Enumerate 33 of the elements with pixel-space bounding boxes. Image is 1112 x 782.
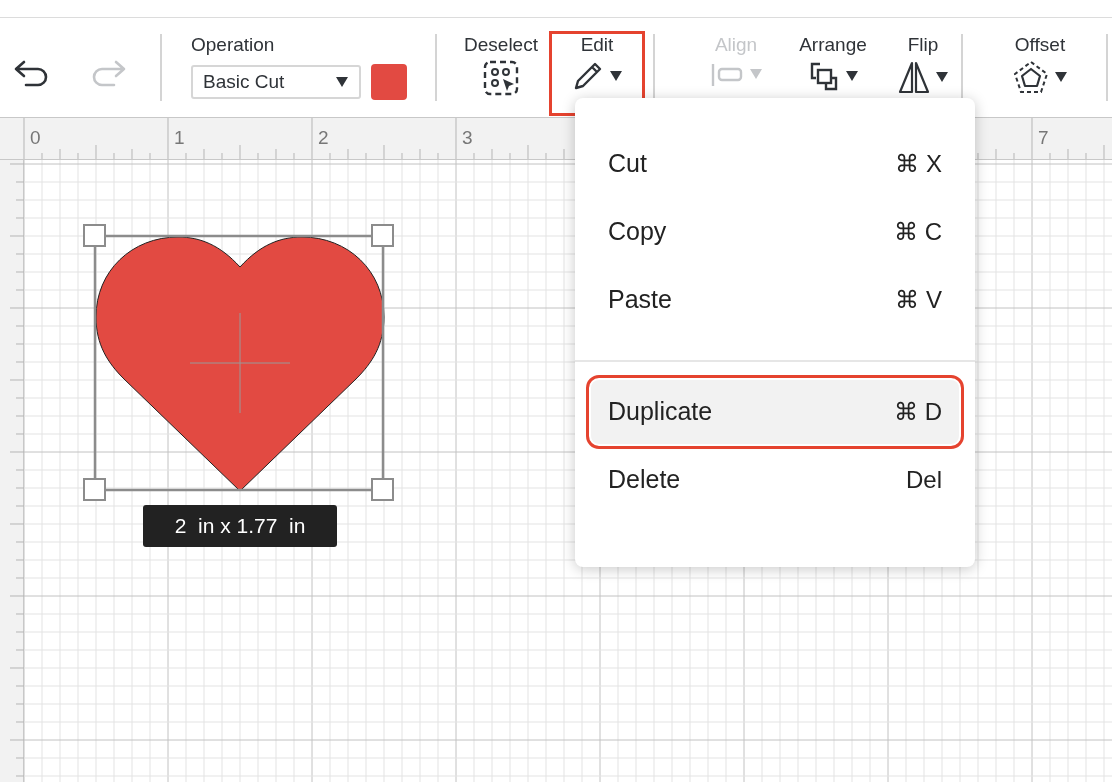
pencil-icon xyxy=(572,60,604,92)
caret-icon xyxy=(936,72,948,82)
ruler-number: 1 xyxy=(174,126,185,150)
arrange-squares-icon xyxy=(808,60,840,92)
resize-handle[interactable] xyxy=(371,224,394,247)
flip-triangles-icon xyxy=(898,60,930,94)
menu-item[interactable]: Cut ⌘ X xyxy=(591,132,959,196)
caret-icon xyxy=(610,71,622,81)
ruler-number: 3 xyxy=(462,126,473,150)
flip-tool-button[interactable]: Flip xyxy=(893,18,953,117)
ruler-number: 0 xyxy=(30,126,41,150)
edit-tool-button[interactable]: Edit xyxy=(549,31,645,116)
operation-label: Operation xyxy=(191,34,276,56)
arrange-tool-button[interactable]: Arrange xyxy=(783,18,883,117)
resize-handle[interactable] xyxy=(83,478,106,501)
menu-item[interactable]: Delete Del xyxy=(591,448,959,512)
deselect-tool-button[interactable]: Deselect xyxy=(453,18,549,117)
caret-icon xyxy=(750,69,762,79)
caret-icon xyxy=(1055,72,1067,82)
menu-item[interactable]: Copy ⌘ C xyxy=(591,200,959,264)
ruler-number: 2 xyxy=(318,126,329,150)
color-swatch[interactable] xyxy=(371,64,407,100)
dimensions-label: 2 in x 1.77 in xyxy=(143,505,337,547)
menu-item[interactable]: Paste ⌘ V xyxy=(591,268,959,332)
caret-icon xyxy=(846,71,858,81)
offset-tool-button[interactable]: Offset xyxy=(1000,18,1080,117)
offset-pentagon-icon xyxy=(1013,60,1049,94)
deselect-icon xyxy=(483,60,519,96)
resize-handle[interactable] xyxy=(83,224,106,247)
ruler-number: 7 xyxy=(1038,126,1049,150)
operation-dropdown[interactable]: Basic Cut xyxy=(191,65,361,99)
caret-icon xyxy=(335,76,349,88)
resize-handle[interactable] xyxy=(371,478,394,501)
